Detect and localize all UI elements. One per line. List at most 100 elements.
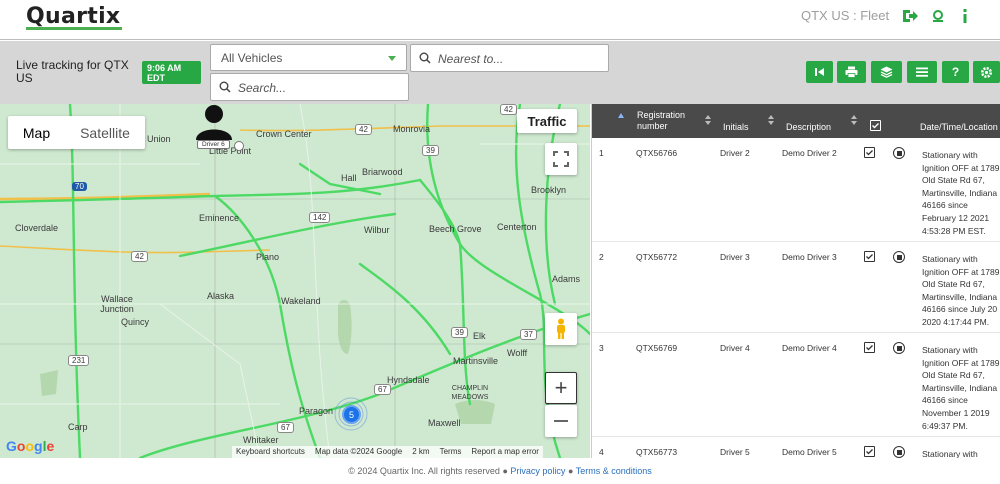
- place-elk: Elk: [473, 331, 486, 341]
- sort-icon[interactable]: [851, 121, 857, 125]
- bullet-separator: ●: [502, 466, 508, 476]
- route-shield: 142: [309, 212, 331, 223]
- terms-link[interactable]: Terms: [440, 447, 462, 457]
- route-shield: 231: [68, 355, 90, 366]
- location-cell: Stationary with: [922, 449, 978, 458]
- fullscreen-button[interactable]: [545, 143, 577, 175]
- search-placeholder: Search...: [238, 81, 287, 95]
- route-shield: 39: [422, 145, 439, 156]
- vehicle-table: Registration number Initials Description…: [591, 104, 1000, 458]
- fleet-name: QTX US : Fleet: [801, 8, 890, 23]
- table-row[interactable]: 2 QTX56772 Driver 3 Demo Driver 3 Statio…: [592, 242, 1000, 333]
- row-checkbox[interactable]: [864, 342, 875, 353]
- sort-icon[interactable]: [768, 121, 774, 125]
- menu-button[interactable]: [907, 61, 937, 83]
- place-whitaker: Whitaker: [243, 435, 279, 445]
- account-icon[interactable]: [928, 6, 948, 26]
- registration-cell: QTX56772: [636, 252, 678, 262]
- table-row[interactable]: 1 QTX56766 Driver 2 Demo Driver 2 Statio…: [592, 138, 1000, 242]
- interstate-shield: 70: [72, 182, 87, 191]
- first-page-button[interactable]: [806, 61, 833, 83]
- search-icon: [419, 52, 431, 64]
- nearest-to-input[interactable]: Nearest to...: [410, 44, 609, 72]
- footer: © 2024 Quartix Inc. All rights reserved …: [0, 458, 1000, 479]
- map-attribution: Keyboard shortcuts Map data ©2024 Google…: [232, 446, 543, 458]
- route-shield: 37: [520, 329, 537, 340]
- table-row[interactable]: 4 QTX56773 Driver 5 Demo Driver 5 Statio…: [592, 437, 1000, 458]
- layers-icon: [880, 66, 893, 78]
- initials-cell: Driver 2: [720, 148, 750, 158]
- traffic-button[interactable]: Traffic: [517, 109, 577, 133]
- place-maxwell: Maxwell: [428, 418, 461, 428]
- row-checkbox[interactable]: [864, 251, 875, 262]
- sort-icon[interactable]: [768, 115, 774, 119]
- initials-cell: Driver 3: [720, 252, 750, 262]
- sort-icon[interactable]: [851, 115, 857, 119]
- place-brooklyn: Brooklyn: [531, 185, 567, 195]
- sort-asc-icon[interactable]: [618, 113, 624, 118]
- route-shield: 67: [277, 422, 294, 433]
- help-icon: ?: [951, 65, 960, 79]
- zoom-out-button[interactable]: [545, 405, 577, 437]
- live-tracking-label: Live tracking for QTX US: [16, 58, 129, 85]
- vehicle-cluster[interactable]: 5: [342, 405, 361, 424]
- col-datetime-location[interactable]: Date/Time/Location: [920, 122, 998, 133]
- route-shield: 39: [451, 327, 468, 338]
- street-view-pegman[interactable]: [545, 313, 577, 345]
- pegman-icon: [557, 318, 565, 339]
- description-cell: Demo Driver 2: [782, 148, 837, 158]
- table-row[interactable]: 3 QTX56769 Driver 4 Demo Driver 4 Statio…: [592, 333, 1000, 437]
- place-wakeland: Wakeland: [281, 296, 321, 306]
- plus-icon: +: [554, 375, 568, 400]
- select-all-checkbox[interactable]: [870, 120, 881, 131]
- sort-icon[interactable]: [705, 115, 711, 119]
- place-wilbur: Wilbur: [364, 225, 390, 235]
- row-checkbox[interactable]: [864, 147, 875, 158]
- stopped-status-icon: [893, 446, 905, 458]
- vehicle-select[interactable]: All Vehicles: [210, 44, 407, 71]
- map-type-satellite[interactable]: Satellite: [65, 116, 145, 149]
- check-icon: [866, 254, 873, 260]
- table-header: Registration number Initials Description…: [592, 104, 1000, 138]
- row-number: 4: [599, 447, 604, 457]
- layers-button[interactable]: [871, 61, 902, 83]
- row-checkbox[interactable]: [864, 446, 875, 457]
- stop-icon: [234, 141, 244, 151]
- chevron-down-icon: [388, 56, 396, 61]
- stopped-status-icon: [893, 147, 905, 159]
- col-initials[interactable]: Initials: [723, 122, 749, 133]
- help-button[interactable]: ?: [942, 61, 969, 83]
- col-description[interactable]: Description: [786, 122, 831, 133]
- terms-conditions-link[interactable]: Terms & conditions: [576, 466, 652, 476]
- settings-button[interactable]: [973, 61, 1000, 83]
- minus-icon: [554, 419, 568, 423]
- person-icon: [196, 105, 232, 140]
- google-logo: Google: [6, 438, 55, 454]
- col-registration[interactable]: Registration number: [637, 110, 697, 132]
- place-centerton: Centerton: [497, 222, 537, 232]
- route-shield: 42: [355, 124, 372, 135]
- keyboard-shortcuts-link[interactable]: Keyboard shortcuts: [236, 447, 305, 457]
- check-icon: [866, 150, 873, 156]
- fullscreen-icon: [553, 151, 569, 167]
- print-button[interactable]: [837, 61, 866, 83]
- sign-out-icon[interactable]: [900, 6, 920, 26]
- place-carp: Carp: [68, 422, 88, 432]
- report-error-link[interactable]: Report a map error: [471, 447, 539, 457]
- stopped-status-icon: [893, 251, 905, 263]
- place-wallace-junction: Wallace Junction: [100, 294, 134, 314]
- zoom-in-button[interactable]: +: [545, 372, 577, 404]
- info-icon[interactable]: [955, 6, 975, 26]
- map[interactable]: Union Crown Center Monrovia Little Point…: [0, 104, 590, 458]
- search-input[interactable]: Search...: [210, 73, 409, 101]
- registration-cell: QTX56773: [636, 447, 678, 457]
- search-icon: [219, 81, 231, 93]
- map-type-map[interactable]: Map: [8, 116, 65, 149]
- place-crown-center: Crown Center: [256, 129, 312, 139]
- quartix-logo[interactable]: Quartix: [26, 4, 120, 29]
- sort-icon[interactable]: [705, 121, 711, 125]
- privacy-policy-link[interactable]: Privacy policy: [510, 466, 565, 476]
- bullet-separator: ●: [567, 466, 574, 476]
- map-scale[interactable]: 2 km: [412, 447, 429, 457]
- place-alaska: Alaska: [207, 291, 235, 301]
